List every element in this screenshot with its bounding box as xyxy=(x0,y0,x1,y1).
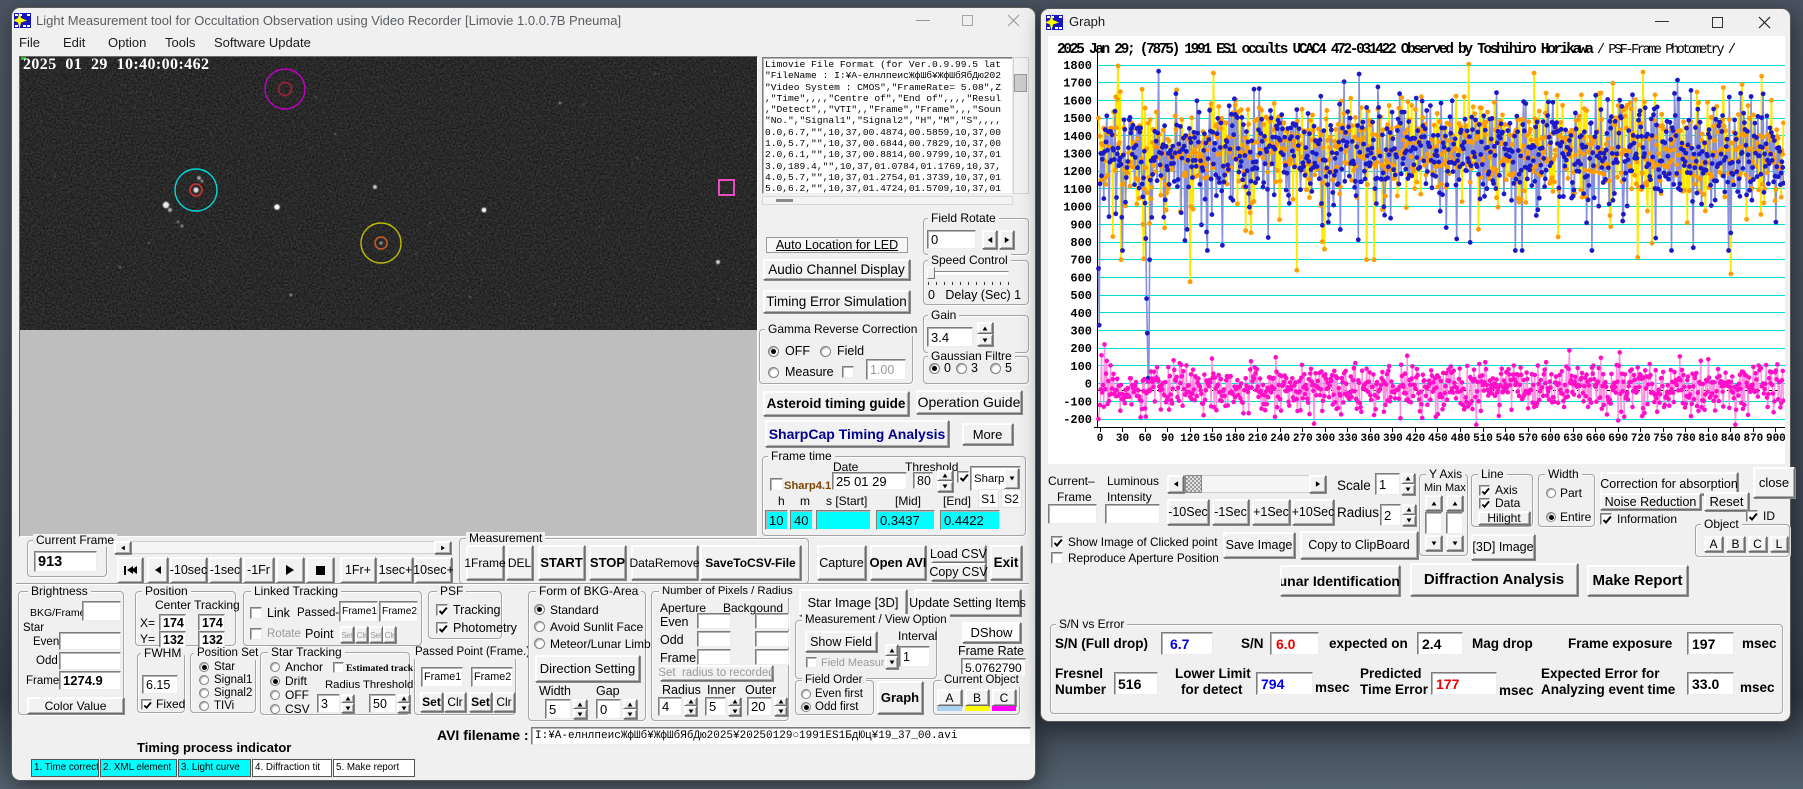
svg-text:630: 630 xyxy=(1563,433,1583,445)
svg-text:700: 700 xyxy=(1070,254,1092,268)
svg-text:30: 30 xyxy=(1116,433,1129,445)
svg-text:1600: 1600 xyxy=(1063,94,1092,108)
svg-text:720: 720 xyxy=(1631,433,1651,445)
svg-text:2025 Jan 29; (7875) 1991 ES1 o: 2025 Jan 29; (7875) 1991 ES1 occults UCA… xyxy=(1057,42,1594,58)
svg-text:210: 210 xyxy=(1248,433,1268,445)
svg-text:780: 780 xyxy=(1676,433,1696,445)
svg-text:400: 400 xyxy=(1070,307,1092,321)
svg-text:750: 750 xyxy=(1653,433,1673,445)
svg-text:870: 870 xyxy=(1743,433,1763,445)
svg-text:900: 900 xyxy=(1070,218,1092,232)
svg-text:570: 570 xyxy=(1518,433,1538,445)
svg-text:510: 510 xyxy=(1473,433,1493,445)
svg-text:360: 360 xyxy=(1360,433,1380,445)
svg-text:/ PSF-Frame Photometry /: / PSF-Frame Photometry / xyxy=(1597,43,1736,58)
svg-text:0: 0 xyxy=(1097,433,1104,445)
svg-text:1500: 1500 xyxy=(1063,112,1092,126)
svg-text:1800: 1800 xyxy=(1063,59,1092,73)
svg-text:900: 900 xyxy=(1766,433,1785,445)
svg-text:100: 100 xyxy=(1070,360,1092,374)
svg-text:660: 660 xyxy=(1586,433,1606,445)
svg-text:1700: 1700 xyxy=(1063,77,1092,91)
svg-text:1100: 1100 xyxy=(1063,183,1092,197)
svg-text:270: 270 xyxy=(1293,433,1313,445)
svg-text:810: 810 xyxy=(1698,433,1718,445)
svg-text:-200: -200 xyxy=(1063,413,1092,427)
svg-text:-100: -100 xyxy=(1063,395,1092,409)
svg-text:300: 300 xyxy=(1070,325,1092,339)
svg-text:150: 150 xyxy=(1203,433,1223,445)
svg-text:390: 390 xyxy=(1383,433,1403,445)
svg-text:690: 690 xyxy=(1608,433,1628,445)
svg-text:1400: 1400 xyxy=(1063,130,1092,144)
svg-text:840: 840 xyxy=(1721,433,1741,445)
svg-text:90: 90 xyxy=(1161,433,1174,445)
svg-text:540: 540 xyxy=(1496,433,1516,445)
svg-text:180: 180 xyxy=(1225,433,1245,445)
svg-text:600: 600 xyxy=(1541,433,1561,445)
svg-text:300: 300 xyxy=(1315,433,1335,445)
svg-text:0: 0 xyxy=(1085,378,1092,392)
svg-text:600: 600 xyxy=(1070,271,1092,285)
svg-text:450: 450 xyxy=(1428,433,1448,445)
svg-text:200: 200 xyxy=(1070,342,1092,356)
svg-text:800: 800 xyxy=(1070,236,1092,250)
svg-text:60: 60 xyxy=(1138,433,1151,445)
svg-text:420: 420 xyxy=(1405,433,1425,445)
svg-text:480: 480 xyxy=(1451,433,1471,445)
svg-text:330: 330 xyxy=(1338,433,1358,445)
svg-text:120: 120 xyxy=(1180,433,1200,445)
svg-text:240: 240 xyxy=(1270,433,1290,445)
svg-text:1000: 1000 xyxy=(1063,201,1092,215)
svg-text:1300: 1300 xyxy=(1063,148,1092,162)
svg-text:1200: 1200 xyxy=(1063,165,1092,179)
svg-text:500: 500 xyxy=(1070,289,1092,303)
